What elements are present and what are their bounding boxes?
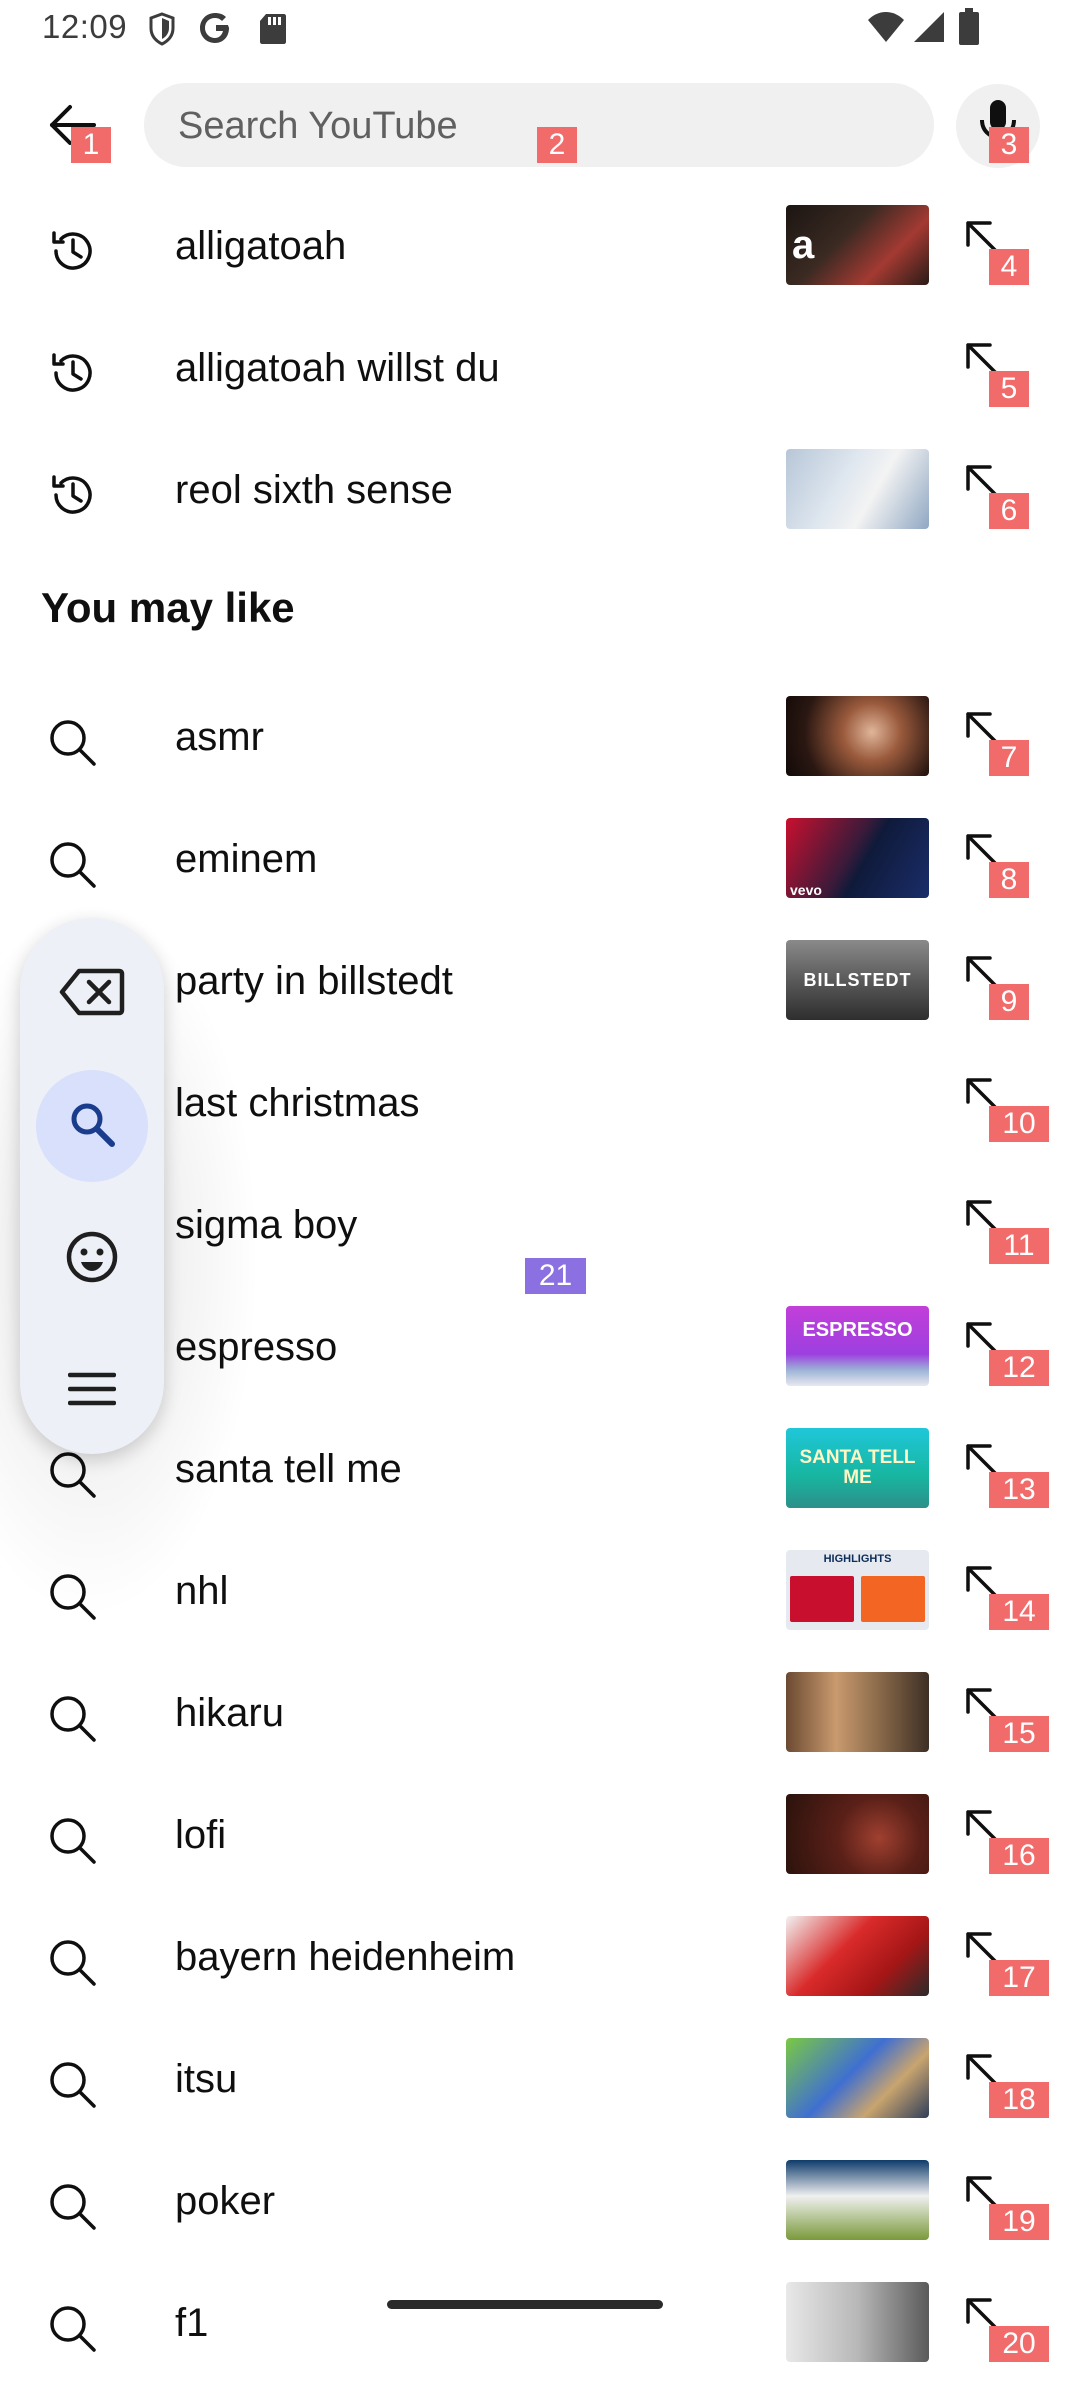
video-thumbnail	[786, 1672, 929, 1752]
wifi-icon	[866, 10, 906, 49]
video-thumbnail: a	[786, 205, 929, 285]
history-row[interactable]: alligatoah willst du	[0, 307, 1080, 429]
history-query: reol sixth sense	[175, 468, 453, 512]
annotation-badge: 14	[989, 1594, 1049, 1630]
backspace-button[interactable]	[36, 938, 148, 1050]
history-icon	[46, 225, 98, 277]
history-row[interactable]: reol sixth sense	[0, 429, 1080, 551]
sd-card-icon	[258, 12, 288, 51]
annotation-badge: 20	[989, 2326, 1049, 2362]
suggestion-row[interactable]: hikaru	[0, 1652, 1080, 1774]
annotation-badge: 3	[989, 127, 1029, 163]
search-icon	[46, 1936, 98, 1988]
history-query: alligatoah willst du	[175, 346, 500, 390]
suggestion-row[interactable]: bayern heidenheim	[0, 1896, 1080, 2018]
history-icon	[46, 347, 98, 399]
suggestion-query: f1	[175, 2301, 209, 2345]
search-icon	[46, 838, 98, 890]
video-thumbnail	[786, 2038, 929, 2118]
google-icon	[198, 10, 234, 51]
video-thumbnail: BILLSTEDT	[786, 940, 929, 1020]
annotation-badge: 7	[989, 740, 1029, 776]
annotation-badge: 6	[989, 493, 1029, 529]
search-icon	[46, 2058, 98, 2110]
emoji-icon	[65, 1230, 119, 1289]
status-time: 12:09	[42, 8, 128, 45]
annotation-badge: 12	[989, 1350, 1049, 1386]
history-icon	[46, 469, 98, 521]
annotation-badge: 2	[537, 127, 577, 163]
suggestion-row[interactable]: poker	[0, 2140, 1080, 2262]
suggestion-query: itsu	[175, 2057, 238, 2101]
video-thumbnail: ESPRESSO	[786, 1306, 929, 1386]
search-icon	[46, 716, 98, 768]
search-button[interactable]	[36, 1070, 148, 1182]
video-thumbnail: vevo	[786, 818, 929, 898]
signal-icon	[912, 10, 946, 49]
suggestion-row[interactable]: asmr	[0, 676, 1080, 798]
suggestion-query: asmr	[175, 715, 264, 759]
annotation-badge: 18	[989, 2082, 1049, 2118]
suggestion-row[interactable]: f1	[0, 2262, 1080, 2384]
suggestion-query: hikaru	[175, 1691, 284, 1735]
annotation-badge: 8	[989, 862, 1029, 898]
annotation-badge: 17	[989, 1960, 1049, 1996]
search-icon	[68, 1100, 116, 1153]
annotation-badge: 21	[525, 1258, 586, 1294]
suggestion-query: bayern heidenheim	[175, 1935, 516, 1979]
video-thumbnail: HIGHLIGHTS	[786, 1550, 929, 1630]
history-query: alligatoah	[175, 224, 347, 268]
suggestion-query: poker	[175, 2179, 276, 2223]
status-bar: 12:09	[0, 0, 1080, 60]
annotation-badge: 1	[71, 127, 111, 163]
search-icon	[46, 1814, 98, 1866]
menu-button[interactable]	[36, 1335, 148, 1447]
video-thumbnail	[786, 2282, 929, 2362]
annotation-badge: 15	[989, 1716, 1049, 1752]
search-icon	[46, 1692, 98, 1744]
annotation-badge: 9	[989, 984, 1029, 1020]
annotation-badge: 5	[989, 371, 1029, 407]
video-thumbnail	[786, 1794, 929, 1874]
suggestion-row[interactable]: lofi	[0, 1774, 1080, 1896]
annotation-badge: 16	[989, 1838, 1049, 1874]
suggestion-row[interactable]: itsu	[0, 2018, 1080, 2140]
search-icon	[46, 2180, 98, 2232]
video-thumbnail	[786, 2160, 929, 2240]
history-row[interactable]: alligatoah a	[0, 185, 1080, 307]
section-title: You may like	[41, 584, 295, 631]
video-thumbnail: SANTA TELL ME	[786, 1428, 929, 1508]
battery-icon	[958, 8, 980, 51]
shield-icon	[148, 12, 176, 51]
video-thumbnail	[786, 449, 929, 529]
backspace-icon	[59, 967, 125, 1022]
video-thumbnail	[786, 696, 929, 776]
annotation-badge: 4	[989, 249, 1029, 285]
annotation-badge: 11	[989, 1228, 1049, 1264]
menu-icon	[67, 1371, 117, 1412]
annotation-badge: 10	[989, 1106, 1049, 1142]
annotation-badge: 13	[989, 1472, 1049, 1508]
home-indicator[interactable]	[387, 2300, 663, 2309]
suggestion-query: lofi	[175, 1813, 227, 1857]
floating-keyboard-toolbar	[20, 918, 164, 1454]
search-icon	[46, 2302, 98, 2354]
emoji-button[interactable]	[36, 1203, 148, 1315]
video-thumbnail	[786, 1916, 929, 1996]
annotation-badge: 19	[989, 2204, 1049, 2240]
